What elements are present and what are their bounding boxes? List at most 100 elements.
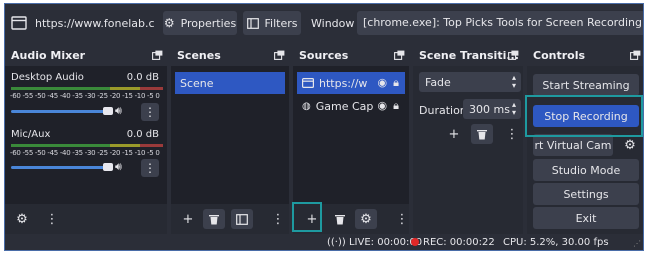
dock-header: Scenes — [171, 44, 289, 66]
dock-header: Scene Transiti... — [413, 44, 523, 66]
volume-slider-knob[interactable] — [103, 163, 113, 171]
undock-icon[interactable] — [152, 50, 163, 60]
list-item[interactable]: Scene — [175, 72, 285, 94]
controls-dock: Controls Start Streaming Stop Recording … — [527, 44, 643, 234]
broadcast-icon: ((·)) — [327, 237, 346, 248]
transition-select[interactable]: Fade ▴ ▾ — [419, 72, 521, 92]
sources-footer: + ⚙ ⋮ — [293, 204, 409, 234]
lock-icon[interactable]: 🔒︎ — [393, 76, 399, 90]
source-name: https://w — [319, 76, 368, 90]
volume-meter — [11, 144, 163, 147]
controls-body: Start Streaming Stop Recording rt Virtua… — [527, 66, 643, 234]
meter-ticks: -60 -55 -50 -45 -40 -35 -30 -25 -20 -15 … — [10, 92, 160, 100]
undock-icon[interactable] — [508, 50, 519, 60]
volume-meter — [11, 87, 163, 90]
rec-status: REC: 00:00:22 — [411, 237, 495, 248]
volume-slider[interactable] — [11, 110, 111, 113]
volume-slider[interactable] — [11, 166, 111, 169]
rec-time: REC: 00:00:22 — [423, 237, 495, 248]
list-item[interactable]: ◍ Game Cap ◉ 🔒︎ — [297, 95, 405, 117]
scene-name: Scene — [180, 76, 214, 90]
settings-button[interactable]: Settings — [533, 183, 639, 205]
speaker-icon[interactable]: 🔊︎ — [115, 104, 122, 118]
list-item[interactable]: https://w ◉ 🔒︎ — [297, 72, 405, 94]
undock-icon[interactable] — [274, 50, 285, 60]
source-name: Game Cap — [315, 99, 374, 113]
source-url: https://www.fonelab.com/r — [35, 17, 155, 30]
dock-title: Audio Mixer — [11, 49, 86, 62]
scene-transitions-dock: Scene Transiti... Fade ▴ ▾ Duration 300 m… — [413, 44, 523, 234]
record-dot-icon — [411, 238, 419, 246]
mixer-menu-button[interactable]: ⋮ — [41, 209, 63, 229]
trash-icon[interactable] — [203, 209, 225, 229]
dock-header: Controls — [527, 44, 643, 66]
mixer-footer: ⚙ ⋮ — [5, 204, 167, 234]
channel-menu-button[interactable]: ⋮ — [141, 103, 159, 121]
add-source-button[interactable]: + — [301, 209, 323, 229]
sources-menu-button[interactable]: ⋮ — [391, 209, 413, 229]
duration-spinbox[interactable]: 300 ms ▴ ▾ — [463, 99, 521, 119]
cpu-status: CPU: 5.2%, 30.00 fps — [503, 237, 609, 248]
dock-header: Audio Mixer — [5, 44, 167, 66]
meter-ticks: -60 -55 -50 -45 -40 -35 -30 -25 -20 -15 … — [10, 149, 160, 157]
scenes-dock: Scenes Scene + ⋮ — [171, 44, 289, 234]
add-scene-button[interactable]: + — [177, 209, 199, 229]
trash-icon[interactable] — [329, 209, 351, 229]
dock-header: Sources — [293, 44, 409, 66]
start-streaming-button[interactable]: Start Streaming — [533, 74, 639, 96]
gamepad-icon: ◍ — [302, 100, 311, 112]
browser-source-icon — [11, 16, 27, 30]
add-transition-button[interactable]: + — [443, 124, 465, 144]
transition-value: Fade — [425, 76, 451, 89]
undock-icon[interactable] — [630, 50, 641, 60]
speaker-icon[interactable]: 🔊︎ — [115, 160, 122, 174]
channel-name: Mic/Aux — [11, 129, 51, 140]
window-select[interactable]: [chrome.exe]: Top Picks Tools for Screen… — [357, 11, 643, 35]
audio-mixer-dock: Audio Mixer Desktop Audio 0.0 dB -60 -55… — [5, 44, 167, 234]
studio-mode-button[interactable]: Studio Mode — [533, 159, 639, 181]
virtual-cam-button[interactable]: rt Virtual Cam — [533, 134, 613, 156]
browser-source-icon — [302, 78, 314, 88]
obs-window: https://www.fonelab.com/r ⚙ Properties F… — [4, 3, 644, 251]
eye-icon[interactable]: ◉ — [378, 99, 388, 113]
transitions-menu-button[interactable]: ⋮ — [501, 124, 523, 144]
scenes-menu-button[interactable]: ⋮ — [267, 209, 289, 229]
lock-icon[interactable]: 🔒︎ — [393, 99, 399, 113]
updown-icon: ▴ ▾ — [511, 73, 516, 90]
trash-icon[interactable] — [471, 124, 493, 144]
volume-slider-knob[interactable] — [103, 107, 113, 115]
source-toolbar: https://www.fonelab.com/r ⚙ Properties F… — [5, 4, 643, 42]
duration-value: 300 ms — [469, 103, 510, 116]
window-label: Window — [311, 17, 355, 30]
channel-db: 0.0 dB — [126, 72, 159, 83]
gear-icon: ⚙ — [163, 16, 175, 30]
transitions-body: Fade ▴ ▾ Duration 300 ms ▴ ▾ + ⋮ — [413, 66, 523, 234]
channel-db: 0.0 dB — [126, 129, 159, 140]
scene-filters-button[interactable] — [231, 209, 253, 229]
stop-recording-button[interactable]: Stop Recording — [533, 105, 639, 127]
gear-icon[interactable]: ⚙ — [619, 135, 641, 155]
gear-icon[interactable]: ⚙ — [355, 209, 377, 229]
duration-label: Duration — [419, 104, 467, 117]
live-status: ((·)) LIVE: 00:00:00 — [327, 237, 422, 248]
properties-label: Properties — [180, 16, 237, 30]
status-bar: ((·)) LIVE: 00:00:00 REC: 00:00:22 CPU: … — [5, 234, 643, 250]
filters-button[interactable]: Filters — [243, 11, 301, 35]
dock-title: Sources — [299, 49, 349, 62]
resize-grip-icon[interactable]: ⋰ — [633, 239, 641, 248]
advanced-audio-icon[interactable]: ⚙ — [11, 209, 33, 229]
undock-icon[interactable] — [394, 50, 405, 60]
channel-menu-button[interactable]: ⋮ — [141, 159, 159, 177]
scenes-footer: + ⋮ — [171, 204, 289, 234]
dock-title: Controls — [533, 49, 586, 62]
updown-icon: ▴ ▾ — [511, 100, 516, 117]
filters-label: Filters — [264, 16, 298, 30]
filters-icon — [246, 17, 259, 29]
channel-name: Desktop Audio — [11, 72, 84, 83]
dock-title: Scenes — [177, 49, 221, 62]
sources-dock: Sources https://w ◉ 🔒︎ ◍ Game Cap ◉ 🔒︎ + ⚙… — [293, 44, 409, 234]
exit-button[interactable]: Exit — [533, 207, 639, 229]
dock-title: Scene Transiti... — [419, 49, 519, 62]
eye-icon[interactable]: ◉ — [378, 76, 388, 90]
properties-button[interactable]: ⚙ Properties — [163, 11, 237, 35]
